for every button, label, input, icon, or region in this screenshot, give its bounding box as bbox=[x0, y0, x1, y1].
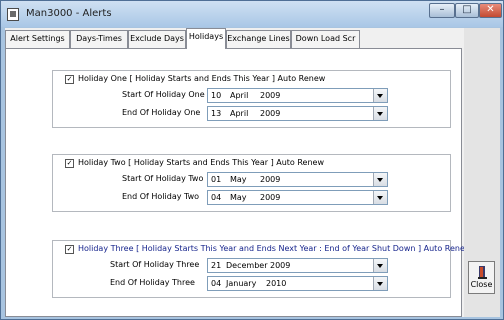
holiday-three-start-select[interactable]: 21 December 2009 bbox=[207, 258, 388, 273]
right-sidebar: Close bbox=[464, 28, 500, 317]
holiday-two-group: ✓ Holiday Two [ Holiday Starts and Ends … bbox=[52, 154, 451, 212]
date-month: May bbox=[230, 175, 247, 184]
tab-days-times[interactable]: Days-Times bbox=[70, 30, 128, 48]
date-month: January bbox=[226, 279, 257, 288]
close-app-label: Close bbox=[470, 280, 493, 289]
date-year: 2009 bbox=[270, 261, 291, 270]
holiday-three-end-select[interactable]: 04 January 2010 bbox=[207, 276, 388, 291]
window-title: Man3000 - Alerts bbox=[26, 8, 112, 19]
exit-door-icon bbox=[478, 266, 487, 279]
date-year: 2009 bbox=[260, 109, 281, 118]
app-icon bbox=[7, 8, 19, 21]
holiday-two-start-select[interactable]: 01 May 2009 bbox=[207, 172, 388, 187]
holiday-one-title: Holiday One [ Holiday Starts and Ends Th… bbox=[78, 74, 326, 83]
tab-down-load-scr[interactable]: Down Load Scr bbox=[291, 30, 360, 48]
holiday-one-checkbox[interactable]: ✓ bbox=[65, 75, 74, 84]
chevron-down-icon[interactable] bbox=[373, 277, 387, 290]
title-bar[interactable]: Man3000 - Alerts – □ ✕ bbox=[1, 1, 503, 27]
date-day: 01 bbox=[211, 175, 222, 184]
chevron-down-icon[interactable] bbox=[373, 89, 387, 102]
chevron-down-icon[interactable] bbox=[373, 259, 387, 272]
holiday-three-checkbox[interactable]: ✓ bbox=[65, 245, 74, 254]
holiday-three-group: ✓ Holiday Three [ Holiday Starts This Ye… bbox=[52, 240, 471, 298]
close-window-button[interactable]: ✕ bbox=[479, 3, 502, 18]
date-month: May bbox=[230, 193, 247, 202]
date-year: 2009 bbox=[260, 91, 281, 100]
holiday-three-title: Holiday Three [ Holiday Starts This Year… bbox=[78, 244, 472, 253]
holiday-two-end-select[interactable]: 04 May 2009 bbox=[207, 190, 388, 205]
tab-strip: Alert Settings Days-Times Exclude Days H… bbox=[5, 28, 500, 49]
chevron-down-icon[interactable] bbox=[373, 173, 387, 186]
tab-alert-settings[interactable]: Alert Settings bbox=[5, 30, 70, 48]
holiday-two-checkbox[interactable]: ✓ bbox=[65, 159, 74, 168]
holiday-one-start-select[interactable]: 10 April 2009 bbox=[207, 88, 388, 103]
date-day: 04 bbox=[211, 193, 222, 202]
tab-holidays[interactable]: Holidays bbox=[186, 28, 226, 49]
date-year: 2009 bbox=[260, 175, 281, 184]
date-day: 10 bbox=[211, 91, 222, 100]
date-day: 13 bbox=[211, 109, 222, 118]
holiday-one-group: ✓ Holiday One [ Holiday Starts and Ends … bbox=[52, 70, 451, 128]
holidays-panel: ✓ Holiday One [ Holiday Starts and Ends … bbox=[5, 48, 471, 317]
date-month: December bbox=[226, 261, 268, 270]
holiday-two-start-label: Start Of Holiday Two bbox=[122, 174, 204, 183]
date-month: April bbox=[230, 91, 249, 100]
tab-exclude-days[interactable]: Exclude Days bbox=[128, 30, 186, 48]
holiday-two-title: Holiday Two [ Holiday Starts and Ends Th… bbox=[78, 158, 325, 167]
client-area: Alert Settings Days-Times Exclude Days H… bbox=[5, 28, 500, 317]
holiday-one-end-select[interactable]: 13 April 2009 bbox=[207, 106, 388, 121]
holiday-two-end-label: End Of Holiday Two bbox=[122, 192, 200, 201]
tab-exchange-lines[interactable]: Exchange Lines bbox=[226, 30, 291, 48]
date-year: 2010 bbox=[266, 279, 287, 288]
chevron-down-icon[interactable] bbox=[373, 107, 387, 120]
date-month: April bbox=[230, 109, 249, 118]
holiday-three-start-label: Start Of Holiday Three bbox=[110, 260, 200, 269]
app-window: Man3000 - Alerts – □ ✕ Alert Settings Da… bbox=[0, 0, 504, 320]
close-app-button[interactable]: Close bbox=[468, 261, 495, 294]
date-day: 21 bbox=[211, 261, 222, 270]
holiday-three-end-label: End Of Holiday Three bbox=[110, 278, 195, 287]
maximize-button[interactable]: □ bbox=[455, 3, 479, 18]
chevron-down-icon[interactable] bbox=[373, 191, 387, 204]
minimize-button[interactable]: – bbox=[429, 3, 455, 18]
holiday-one-start-label: Start Of Holiday One bbox=[122, 90, 205, 99]
date-day: 04 bbox=[211, 279, 222, 288]
holiday-one-end-label: End Of Holiday One bbox=[122, 108, 201, 117]
date-year: 2009 bbox=[260, 193, 281, 202]
